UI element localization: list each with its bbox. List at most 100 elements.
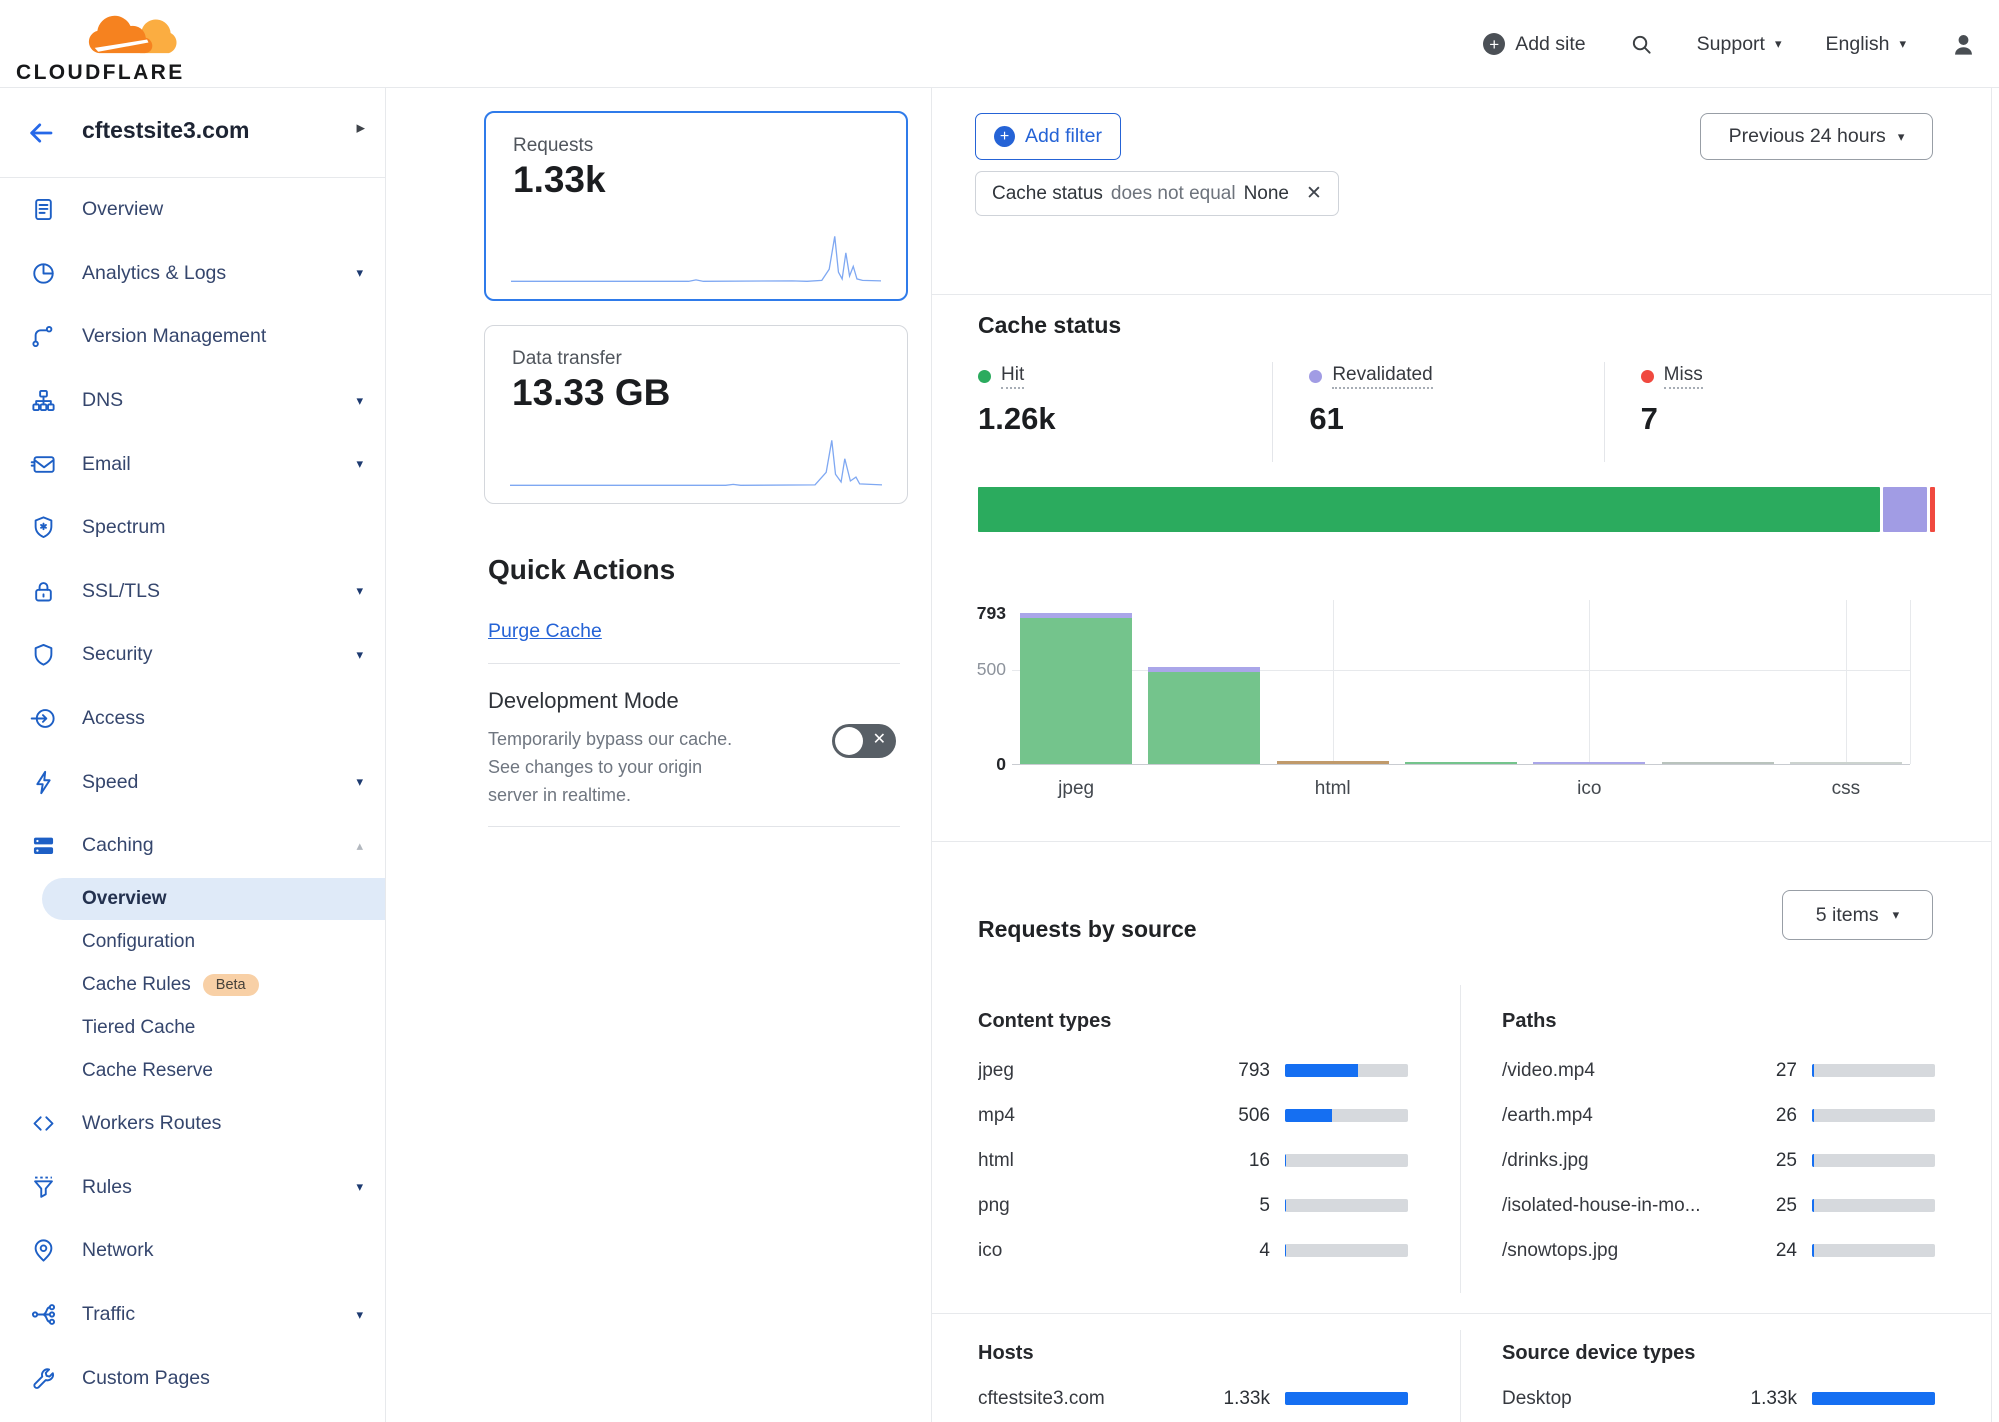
stat-label[interactable]: Hit bbox=[1001, 364, 1024, 389]
sidebar-item-label: Caching bbox=[82, 834, 356, 857]
sidebar-subitem-tiered-cache[interactable]: Tiered Cache bbox=[0, 1006, 385, 1049]
row-label: png bbox=[978, 1195, 1192, 1217]
cloudflare-wordmark: CLOUDFLARE bbox=[16, 61, 185, 85]
chevron-down-icon: ▾ bbox=[356, 647, 363, 663]
row-value: 16 bbox=[1192, 1150, 1270, 1172]
row-bar-track bbox=[1812, 1392, 1935, 1405]
rules-icon bbox=[30, 1174, 57, 1201]
sidebar-item-caching[interactable]: Caching▴ bbox=[0, 814, 385, 878]
sidebar-item-label: Rules bbox=[82, 1176, 356, 1199]
row-label: /isolated-house-in-mo... bbox=[1502, 1195, 1719, 1217]
x-axis-tick-label: jpeg bbox=[1058, 778, 1094, 800]
path-row-earth-mp4: /earth.mp426 bbox=[1502, 1093, 1935, 1138]
sidebar-item-access[interactable]: Access bbox=[0, 687, 385, 751]
row-value: 24 bbox=[1719, 1240, 1797, 1262]
cloudflare-logo[interactable]: CLOUDFLARE bbox=[16, 4, 186, 84]
requests-sparkline bbox=[511, 228, 881, 286]
sidebar-item-label: DNS bbox=[82, 389, 356, 412]
sidebar-item-network[interactable]: Network bbox=[0, 1219, 385, 1283]
divider bbox=[932, 294, 1991, 295]
sidebar-item-custom-pages[interactable]: Custom Pages bbox=[0, 1346, 385, 1410]
sidebar-subitem-configuration[interactable]: Configuration bbox=[0, 920, 385, 963]
add-site-button[interactable]: + Add site bbox=[1483, 33, 1585, 56]
requests-metric-card[interactable]: Requests 1.33k bbox=[484, 111, 908, 301]
sidebar-item-label: Email bbox=[82, 453, 356, 476]
sidebar-item-traffic[interactable]: Traffic▾ bbox=[0, 1283, 385, 1347]
data-transfer-metric-card[interactable]: Data transfer 13.33 GB bbox=[484, 325, 908, 504]
account-menu[interactable] bbox=[1950, 31, 1977, 58]
path-row-isolated-house-in-mo: /isolated-house-in-mo...25 bbox=[1502, 1183, 1935, 1228]
add-site-label: Add site bbox=[1515, 33, 1585, 56]
language-menu[interactable]: English ▾ bbox=[1826, 33, 1907, 56]
divider bbox=[488, 663, 900, 664]
sidebar-item-label: Access bbox=[82, 707, 363, 730]
chevron-right-icon[interactable]: ▸ bbox=[356, 118, 365, 138]
content-type-row-png: png5 bbox=[978, 1183, 1408, 1228]
traffic-icon bbox=[30, 1301, 57, 1328]
back-arrow-icon[interactable] bbox=[26, 118, 56, 148]
paths-list: /video.mp427/earth.mp426/drinks.jpg25/is… bbox=[1502, 1048, 1935, 1273]
row-label: mp4 bbox=[978, 1105, 1192, 1127]
chevron-down-icon: ▾ bbox=[356, 456, 363, 472]
purge-cache-link[interactable]: Purge Cache bbox=[488, 620, 602, 643]
support-label: Support bbox=[1697, 33, 1765, 56]
time-range-label: Previous 24 hours bbox=[1729, 125, 1886, 148]
sidebar-subitem-label: Tiered Cache bbox=[82, 1017, 195, 1039]
sidebar-item-rules[interactable]: Rules▾ bbox=[0, 1156, 385, 1220]
row-bar-fill bbox=[1285, 1154, 1286, 1167]
legend-dot-icon bbox=[1641, 370, 1654, 383]
network-icon bbox=[30, 1237, 57, 1264]
row-bar-fill bbox=[1812, 1199, 1814, 1212]
sidebar-item-analytics-logs[interactable]: Analytics & Logs▾ bbox=[0, 242, 385, 306]
sidebar-subitem-overview[interactable]: Overview bbox=[42, 878, 385, 921]
chevron-up-icon: ▴ bbox=[356, 838, 363, 854]
close-icon[interactable]: ✕ bbox=[1306, 182, 1322, 205]
quick-actions-title: Quick Actions bbox=[488, 554, 675, 586]
sidebar-item-version-management[interactable]: Version Management bbox=[0, 305, 385, 369]
bar-segment-hit bbox=[1405, 762, 1517, 764]
sidebar-item-workers-routes[interactable]: Workers Routes bbox=[0, 1092, 385, 1156]
items-count-dropdown[interactable]: 5 items ▾ bbox=[1782, 890, 1933, 940]
filter-chip[interactable]: Cache status does not equal None ✕ bbox=[975, 171, 1339, 216]
legend-dot-icon bbox=[978, 370, 991, 383]
row-bar-fill bbox=[1285, 1392, 1408, 1405]
sidebar-item-email[interactable]: Email▾ bbox=[0, 432, 385, 496]
requests-card-value: 1.33k bbox=[513, 159, 606, 201]
sidebar-item-speed[interactable]: Speed▾ bbox=[0, 750, 385, 814]
paths-heading: Paths bbox=[1502, 1010, 1556, 1033]
filter-field: Cache status bbox=[992, 183, 1103, 205]
row-bar-fill bbox=[1285, 1064, 1358, 1077]
development-mode-toggle[interactable]: ✕ bbox=[832, 724, 896, 758]
sidebar-subitem-cache-rules[interactable]: Cache RulesBeta bbox=[0, 963, 385, 1006]
ssl-tls-icon bbox=[30, 578, 57, 605]
gridline bbox=[1589, 600, 1590, 764]
stat-label[interactable]: Revalidated bbox=[1332, 364, 1432, 389]
sidebar-item-label: Overview bbox=[82, 198, 363, 221]
chevron-down-icon: ▾ bbox=[1898, 129, 1905, 145]
x-axis-tick-label: html bbox=[1315, 778, 1351, 800]
panel-border bbox=[1991, 88, 1992, 1422]
row-label: cftestsite3.com bbox=[978, 1388, 1192, 1410]
row-bar-fill bbox=[1812, 1109, 1814, 1122]
chevron-down-icon: ▾ bbox=[356, 393, 363, 409]
cache-status-stat-miss: Miss7 bbox=[1604, 362, 1935, 462]
row-bar-track bbox=[1285, 1199, 1408, 1212]
sidebar-subitem-cache-reserve[interactable]: Cache Reserve bbox=[0, 1049, 385, 1092]
add-filter-button[interactable]: + Add filter bbox=[975, 113, 1121, 160]
time-range-dropdown[interactable]: Previous 24 hours ▾ bbox=[1700, 113, 1933, 160]
search-button[interactable] bbox=[1630, 33, 1653, 56]
sidebar-item-overview[interactable]: Overview bbox=[0, 178, 385, 242]
sidebar-item-spectrum[interactable]: Spectrum bbox=[0, 496, 385, 560]
sidebar-item-dns[interactable]: DNS▾ bbox=[0, 369, 385, 433]
sidebar-item-ssl-tls[interactable]: SSL/TLS▾ bbox=[0, 560, 385, 624]
sidebar-item-security[interactable]: Security▾ bbox=[0, 623, 385, 687]
support-menu[interactable]: Support ▾ bbox=[1697, 33, 1782, 56]
row-bar-track bbox=[1285, 1392, 1408, 1405]
sidebar-item-label: Workers Routes bbox=[82, 1112, 363, 1135]
bar-segment-other bbox=[1790, 762, 1902, 764]
stat-label[interactable]: Miss bbox=[1664, 364, 1703, 389]
row-bar-fill bbox=[1812, 1064, 1814, 1077]
chevron-down-icon: ▾ bbox=[356, 1307, 363, 1323]
sidebar-item-label: Analytics & Logs bbox=[82, 262, 356, 285]
chart-bar bbox=[1148, 667, 1260, 764]
